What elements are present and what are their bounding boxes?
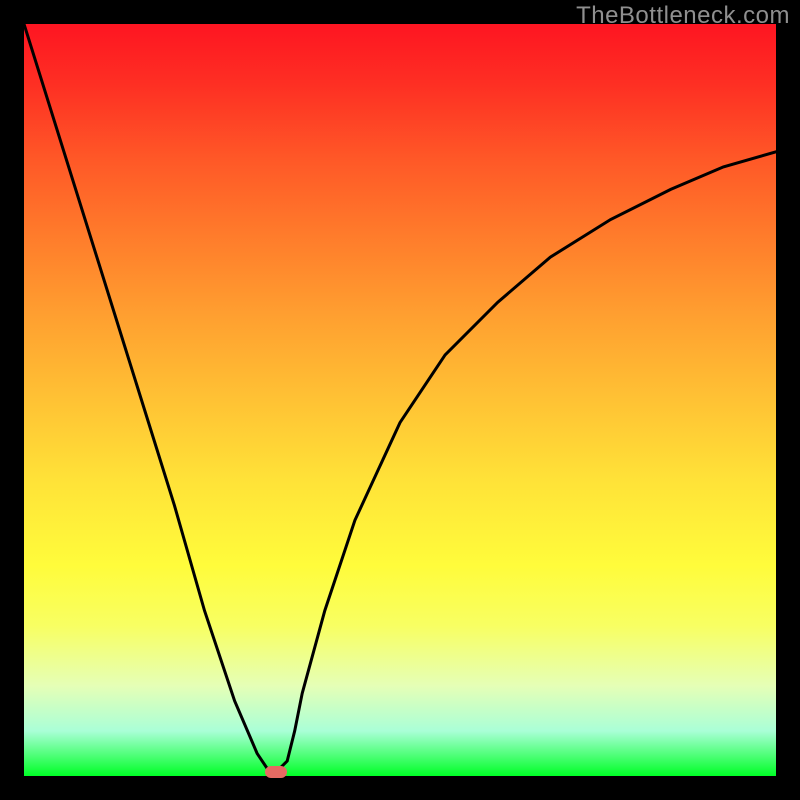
bottleneck-curve [24,24,776,776]
minimum-marker [265,766,287,778]
watermark-text: TheBottleneck.com [576,2,790,30]
chart-frame: TheBottleneck.com [0,0,800,800]
curve-svg [24,24,776,776]
plot-area [24,24,776,776]
